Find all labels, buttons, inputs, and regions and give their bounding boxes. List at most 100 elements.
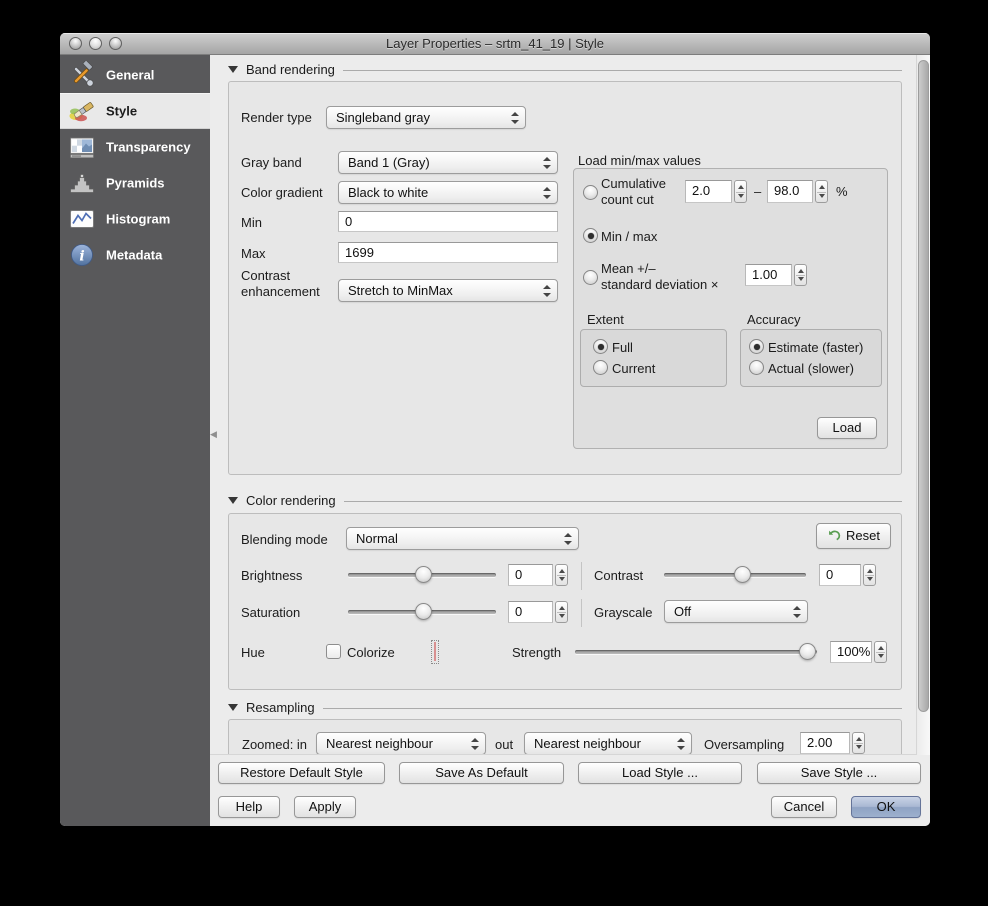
- saturation-input[interactable]: 0: [508, 601, 553, 623]
- color-gradient-select[interactable]: Black to white: [338, 181, 558, 204]
- oversampling-input[interactable]: 2.00: [800, 732, 850, 754]
- accuracy-actual-radio[interactable]: [749, 360, 764, 375]
- blending-mode-select[interactable]: Normal: [346, 527, 579, 550]
- sidebar-item-label: Metadata: [106, 247, 163, 263]
- sidebar-item-label: Style: [106, 103, 138, 119]
- zoomed-out-select[interactable]: Nearest neighbour: [524, 732, 692, 754]
- resampling-group: Zoomed: in Nearest neighbour out Nearest…: [228, 719, 902, 754]
- brightness-slider[interactable]: [348, 566, 496, 583]
- mean-stddev-radio[interactable]: [583, 270, 598, 285]
- cumulative-from-input[interactable]: 2.0: [685, 180, 732, 203]
- percent-label: %: [836, 184, 848, 199]
- min-input[interactable]: 0: [338, 211, 558, 232]
- cumulative-count-cut-radio[interactable]: [583, 185, 598, 200]
- sidebar-item-transparency[interactable]: Transparency: [60, 129, 210, 165]
- load-minmax-group: Cumulative count cut 2.0 – 98.0 % Min / …: [573, 168, 888, 449]
- brightness-label: Brightness: [241, 568, 303, 583]
- extent-current-radio[interactable]: [593, 360, 608, 375]
- grayscale-select[interactable]: Off: [664, 600, 808, 623]
- save-style-button[interactable]: Save Style ...: [757, 762, 921, 784]
- colorize-color-button[interactable]: [431, 640, 439, 664]
- load-button[interactable]: Load: [817, 417, 877, 439]
- sidebar-item-histogram[interactable]: Histogram: [60, 201, 210, 237]
- saturation-stepper[interactable]: [555, 601, 568, 623]
- min-label: Min: [241, 215, 262, 230]
- contrast-slider[interactable]: [664, 566, 806, 583]
- contrast-enhancement-select[interactable]: Stretch to MinMax: [338, 279, 558, 302]
- brightness-stepper[interactable]: [555, 564, 568, 586]
- load-style-button[interactable]: Load Style ...: [578, 762, 742, 784]
- properties-sidebar: General Style Transparency Pyramids Hist…: [60, 55, 210, 826]
- extent-title: Extent: [587, 312, 624, 327]
- brightness-input[interactable]: 0: [508, 564, 553, 586]
- saturation-slider[interactable]: [348, 603, 496, 620]
- zoomed-in-select[interactable]: Nearest neighbour: [316, 732, 486, 754]
- gray-band-label: Gray band: [241, 155, 302, 170]
- collapse-triangle-icon[interactable]: [228, 65, 238, 73]
- sidebar-item-style[interactable]: Style: [60, 93, 210, 129]
- colorize-checkbox[interactable]: [326, 644, 341, 659]
- extent-group: Full Current: [580, 329, 727, 387]
- oversampling-stepper[interactable]: [852, 732, 865, 754]
- accuracy-title: Accuracy: [747, 312, 801, 327]
- colorize-label: Colorize: [347, 645, 395, 660]
- section-rule: [343, 500, 902, 502]
- render-type-select[interactable]: Singleband gray: [326, 106, 526, 129]
- updown-arrows-icon: [543, 186, 551, 199]
- updown-arrows-icon: [677, 737, 685, 750]
- accuracy-estimate-radio[interactable]: [749, 339, 764, 354]
- strength-input[interactable]: 100%: [830, 641, 872, 663]
- cumulative-to-stepper[interactable]: [815, 180, 828, 203]
- layer-properties-window: Layer Properties – srtm_41_19 | Style Ge…: [60, 33, 930, 826]
- band-rendering-header: Band rendering: [228, 61, 902, 77]
- contrast-stepper[interactable]: [863, 564, 876, 586]
- cancel-button[interactable]: Cancel: [771, 796, 837, 818]
- stddev-input[interactable]: 1.00: [745, 264, 792, 286]
- slider-knob[interactable]: [734, 566, 752, 583]
- resampling-header: Resampling: [228, 699, 902, 715]
- grayscale-label: Grayscale: [594, 605, 653, 620]
- section-title: Band rendering: [246, 61, 335, 77]
- gray-band-select[interactable]: Band 1 (Gray): [338, 151, 558, 174]
- contrast-input[interactable]: 0: [819, 564, 861, 586]
- sidebar-item-label: Histogram: [106, 211, 171, 227]
- restore-default-style-button[interactable]: Restore Default Style: [218, 762, 385, 784]
- splitter-collapse-icon[interactable]: ◀: [210, 429, 217, 440]
- reset-button[interactable]: Reset: [816, 523, 891, 549]
- vertical-scrollbar[interactable]: [916, 55, 930, 755]
- slider-knob[interactable]: [799, 643, 817, 660]
- sidebar-item-pyramids[interactable]: Pyramids: [60, 165, 210, 201]
- ok-button[interactable]: OK: [851, 796, 921, 818]
- titlebar[interactable]: Layer Properties – srtm_41_19 | Style: [60, 33, 930, 55]
- sidebar-item-metadata[interactable]: i Metadata: [60, 237, 210, 273]
- contrast-label: Contrast: [594, 568, 644, 583]
- paintbrush-icon: [68, 97, 96, 125]
- section-title: Resampling: [246, 699, 315, 715]
- zoomed-out-label: out: [495, 737, 514, 752]
- strength-stepper[interactable]: [874, 641, 887, 663]
- extent-full-radio[interactable]: [593, 339, 608, 354]
- extent-current-label: Current: [612, 361, 656, 376]
- strength-slider[interactable]: [575, 643, 817, 660]
- slider-knob[interactable]: [415, 566, 433, 583]
- render-type-label: Render type: [241, 110, 312, 125]
- sidebar-item-general[interactable]: General: [60, 57, 210, 93]
- slider-knob[interactable]: [415, 603, 433, 620]
- updown-arrows-icon: [564, 532, 572, 545]
- max-input[interactable]: 1699: [338, 242, 558, 263]
- info-icon: i: [68, 241, 96, 269]
- color-gradient-label: Color gradient: [241, 185, 323, 200]
- stddev-stepper[interactable]: [794, 264, 807, 286]
- sidebar-item-label: Pyramids: [106, 175, 165, 191]
- cumulative-to-input[interactable]: 98.0: [767, 180, 813, 203]
- apply-button[interactable]: Apply: [294, 796, 356, 818]
- collapse-triangle-icon[interactable]: [228, 703, 238, 711]
- scrollbar-thumb[interactable]: [918, 60, 929, 712]
- saturation-label: Saturation: [241, 605, 301, 620]
- collapse-triangle-icon[interactable]: [228, 496, 238, 504]
- save-as-default-button[interactable]: Save As Default: [399, 762, 564, 784]
- min-max-radio[interactable]: [583, 228, 598, 243]
- updown-arrows-icon: [511, 111, 519, 124]
- cumulative-from-stepper[interactable]: [734, 180, 747, 203]
- help-button[interactable]: Help: [218, 796, 280, 818]
